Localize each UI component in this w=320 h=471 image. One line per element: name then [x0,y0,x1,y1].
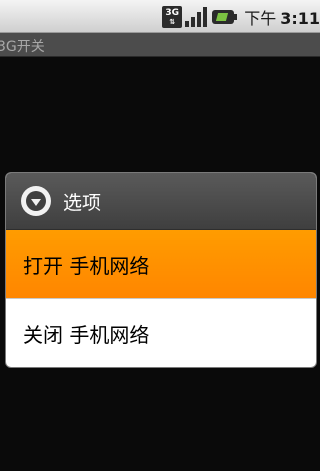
clock-ampm: 下午 [244,9,277,28]
options-dialog: 选项 打开 手机网络 关闭 手机网络 [5,172,317,368]
app-title: 3G开关 [0,39,45,55]
clock-time: 3:11 [280,9,320,28]
option-disable-mobile-network[interactable]: 关闭 手机网络 [6,299,316,367]
option-label: 关闭 手机网络 [23,323,150,347]
battery-icon [212,10,238,24]
status-clock: 下午 3:11 [244,5,320,29]
option-enable-mobile-network[interactable]: 打开 手机网络 [6,230,316,299]
signal-strength-icon [185,7,208,27]
network-3g-icon: 3G ⇅ [162,6,183,28]
dialog-title: 选项 [63,191,102,214]
network-type-label: 3G [165,8,180,18]
app-title-bar: 3G开关 [0,33,320,57]
option-label: 打开 手机网络 [23,253,150,278]
status-bar: 3G ⇅ 下午 3:11 [0,0,320,33]
status-icons: 3G ⇅ 下午 3:11 [162,5,320,29]
dialog-header: 选项 [6,173,316,230]
dropdown-circle-icon [21,186,51,216]
